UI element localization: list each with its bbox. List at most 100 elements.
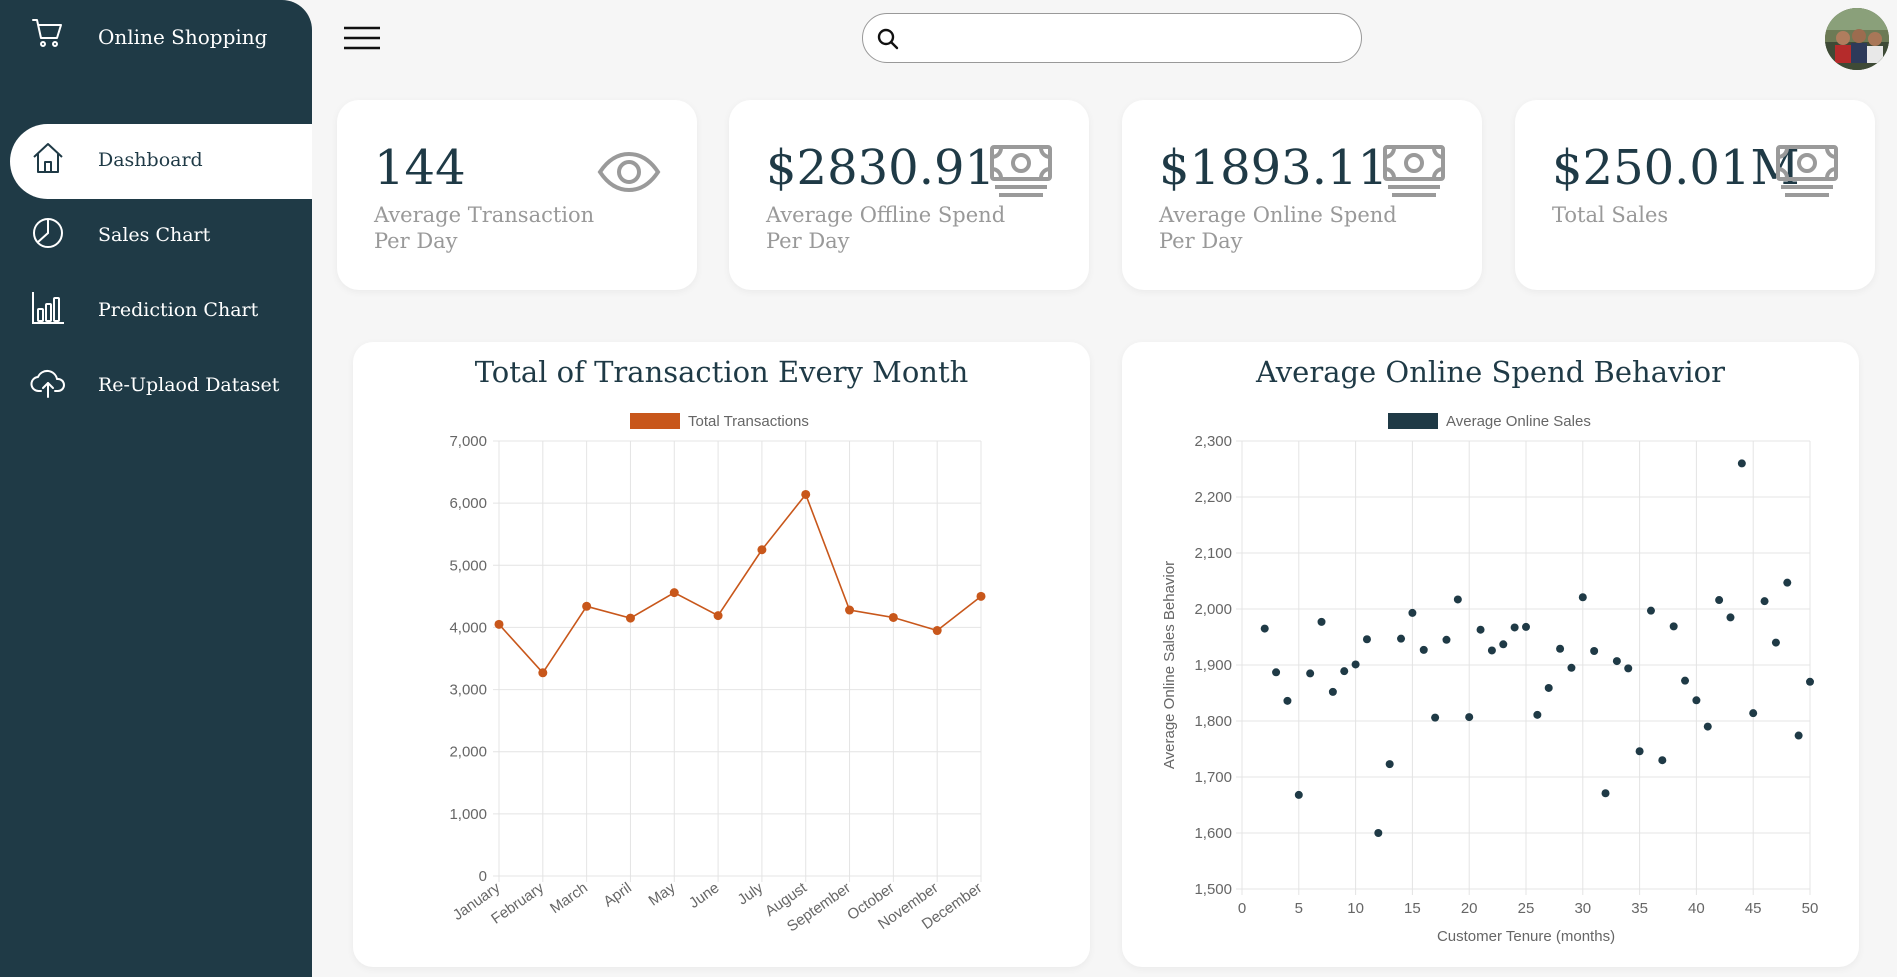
sidebar-item-sales-chart[interactable]: Sales Chart [0, 199, 312, 274]
data-point [1624, 664, 1633, 673]
stat-value: 144 [374, 140, 466, 196]
data-point [1567, 663, 1576, 672]
avatar-photo [1825, 8, 1889, 70]
stat-value: $2830.91 [766, 140, 996, 196]
x-tick-label: 0 [1238, 900, 1246, 917]
data-point [1510, 623, 1519, 632]
data-point [625, 613, 635, 623]
stat-value: $1893.11 [1159, 140, 1389, 196]
data-point [976, 591, 986, 601]
data-point [1601, 789, 1610, 798]
sidebar-item-label: Sales Chart [98, 224, 211, 246]
scatter-chart-panel: Average Online Spend Behavior Average On… [1122, 342, 1859, 967]
sidebar-nav: Dashboard Sales Chart Prediction Chart R… [0, 124, 312, 424]
money-icon [1383, 145, 1445, 197]
x-tick-label: April [600, 879, 634, 910]
search-box [862, 13, 1362, 63]
sidebar-item-reupload-dataset[interactable]: Re-Uplaod Dataset [0, 349, 312, 424]
data-point [1283, 696, 1292, 705]
data-point [1294, 790, 1303, 799]
data-point [1760, 597, 1769, 606]
data-point [1374, 829, 1383, 837]
data-point [1272, 668, 1281, 677]
y-tick-label: 1,500 [1194, 881, 1232, 898]
menu-toggle-icon[interactable] [343, 26, 381, 50]
bar-chart-icon [32, 292, 64, 324]
series-line [498, 492, 982, 675]
data-point [1715, 596, 1724, 605]
legend-label: Total Transactions [688, 413, 809, 430]
sidebar-item-label: Re-Uplaod Dataset [98, 374, 280, 396]
x-tick-label: 45 [1745, 900, 1762, 917]
y-tick-label: 2,200 [1194, 489, 1232, 506]
y-axis-label: Average Online Sales Behavior [1161, 561, 1178, 769]
data-point [1669, 622, 1678, 631]
data-point [1408, 608, 1417, 617]
user-avatar[interactable] [1825, 8, 1889, 70]
data-point [1306, 669, 1315, 678]
data-point [1362, 635, 1371, 644]
data-point [1612, 657, 1621, 666]
data-point [1419, 645, 1428, 654]
line-chart: Total Transactions 0 1,000 2,000 3,000 4,000 5… [449, 413, 986, 935]
data-point [582, 601, 592, 611]
data-point [1533, 710, 1542, 719]
data-point [1397, 634, 1406, 643]
data-point [1431, 713, 1440, 722]
brand[interactable]: Online Shopping [0, 0, 312, 124]
data-point [1385, 760, 1394, 769]
y-tick-label: 7,000 [449, 433, 487, 450]
stat-card-total-sales: $250.01M Total Sales [1515, 100, 1875, 290]
money-icon [1776, 145, 1838, 197]
data-point [1578, 593, 1587, 602]
sidebar: Online Shopping Dashboard Sales Chart Pr… [0, 0, 312, 977]
x-tick-label: 25 [1518, 900, 1535, 917]
y-tick-label: 1,900 [1194, 657, 1232, 674]
search-icon[interactable] [875, 26, 901, 52]
line-chart-panel: Total of Transaction Every Month Total T… [353, 342, 1090, 967]
cart-icon [32, 19, 62, 47]
x-tick-label: 15 [1404, 900, 1421, 917]
x-tick-label: June [686, 879, 722, 912]
stat-label: Average Offline Spend Per Day [766, 203, 1006, 253]
y-tick-label: 2,000 [449, 744, 487, 761]
y-tick-label: 3,000 [449, 682, 487, 699]
y-tick-label: 2,000 [1194, 601, 1232, 618]
brand-label: Online Shopping [98, 25, 268, 49]
scatter-chart: Average Online Sales 1,500 1,600 1,700 1,800… [1161, 413, 1818, 945]
data-point [1328, 687, 1337, 696]
x-tick-label: July [735, 879, 767, 909]
pie-chart-icon [33, 218, 63, 248]
stat-label: Total Sales [1552, 203, 1669, 227]
x-axis-label: Customer Tenure (months) [1437, 928, 1615, 945]
sidebar-item-prediction-chart[interactable]: Prediction Chart [0, 274, 312, 349]
data-point [1487, 646, 1496, 655]
data-point [713, 611, 723, 621]
legend-swatch [630, 413, 680, 429]
data-point [845, 605, 855, 615]
y-tick-label: 4,000 [449, 619, 487, 636]
y-tick-label: 2,100 [1194, 545, 1232, 562]
data-point [1351, 660, 1360, 669]
y-tick-label: 1,600 [1194, 825, 1232, 842]
data-point [1590, 647, 1599, 655]
y-tick-label: 5,000 [449, 557, 487, 574]
home-icon [33, 143, 63, 173]
sidebar-item-label: Dashboard [98, 149, 203, 171]
search-input[interactable] [911, 22, 1341, 54]
cloud-upload-icon [30, 369, 65, 398]
data-point [1658, 756, 1667, 765]
data-point [1465, 713, 1474, 722]
data-point [1340, 667, 1349, 676]
data-point [1806, 677, 1814, 686]
stat-card-avg-transaction: 144 Average Transaction Per Day [337, 100, 697, 290]
y-tick-label: 6,000 [449, 495, 487, 512]
sidebar-item-dashboard[interactable]: Dashboard [10, 124, 312, 199]
y-tick-label: 2,300 [1194, 433, 1232, 450]
data-point [1260, 624, 1269, 633]
data-point [1522, 622, 1530, 631]
data-point [1771, 638, 1780, 647]
data-point [1703, 722, 1712, 731]
data-point [932, 626, 942, 636]
y-tick-label: 0 [479, 868, 487, 885]
